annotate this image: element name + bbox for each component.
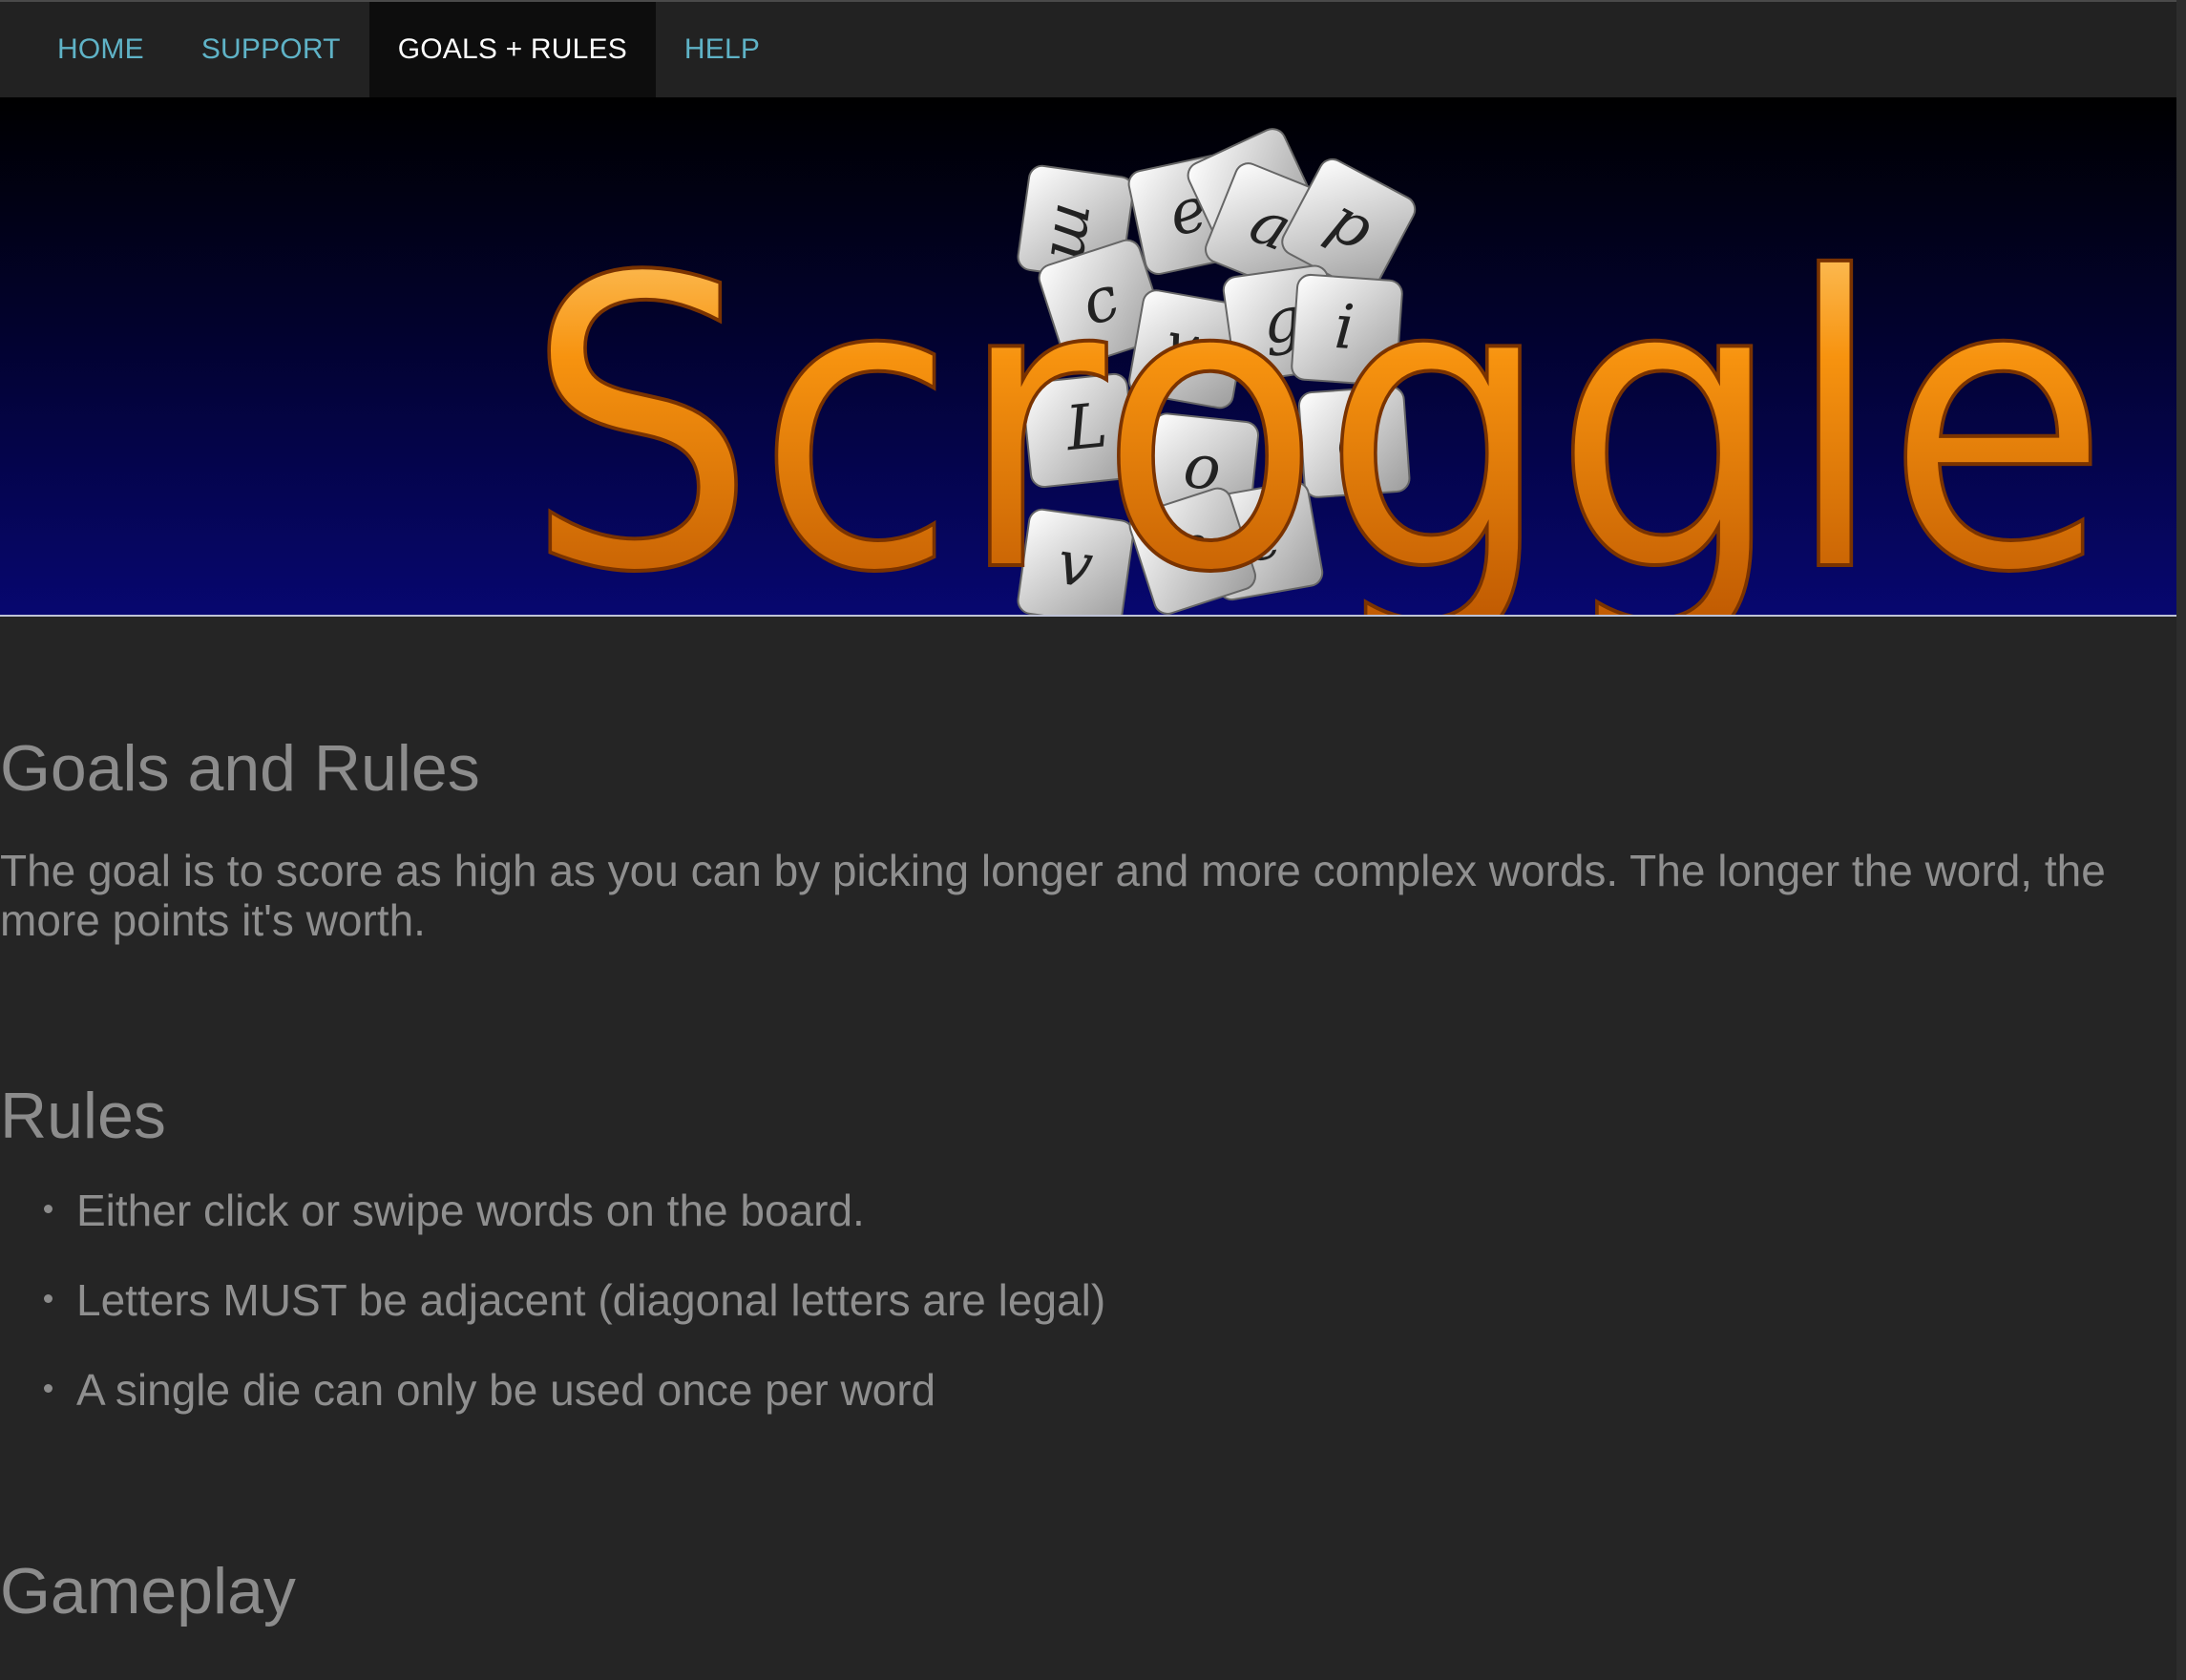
- list-item: A single die can only be used once per w…: [0, 1365, 1105, 1455]
- scroll-edge: [2176, 0, 2186, 1680]
- gameplay-heading: Gameplay: [0, 1555, 296, 1628]
- nav-support[interactable]: SUPPORT: [173, 2, 369, 97]
- scroggle-banner: m e s a p c w g i L o e e v e Scroggle: [0, 97, 2176, 617]
- top-nav: HOME SUPPORT GOALS + RULES HELP: [0, 2, 2176, 97]
- rule-text: Either click or swipe words on the board…: [76, 1186, 865, 1235]
- nav-home[interactable]: HOME: [29, 2, 173, 97]
- list-item: Either click or swipe words on the board…: [0, 1186, 1105, 1275]
- list-item: Letters MUST be adjacent (diagonal lette…: [0, 1275, 1105, 1365]
- scroggle-logo: m e s a p c w g i L o e e v e Scroggle: [523, 128, 2112, 617]
- rules-list: Either click or swipe words on the board…: [0, 1186, 1105, 1455]
- rules-heading: Rules: [0, 1080, 166, 1152]
- banner-divider: [0, 615, 2176, 617]
- rule-text: Letters MUST be adjacent (diagonal lette…: [76, 1275, 1106, 1325]
- page: HOME SUPPORT GOALS + RULES HELP m e a p …: [0, 0, 2186, 1680]
- nav-help[interactable]: HELP: [656, 2, 788, 97]
- nav-goals-rules[interactable]: GOALS + RULES: [368, 2, 656, 97]
- bullet-icon: [44, 1294, 53, 1303]
- bullet-icon: [44, 1384, 53, 1393]
- goals-paragraph: The goal is to score as high as you can …: [0, 846, 2106, 945]
- rule-text: A single die can only be used once per w…: [76, 1365, 936, 1415]
- bullet-icon: [44, 1205, 53, 1213]
- goals-heading: Goals and Rules: [0, 732, 480, 805]
- logo-text: Scroggle: [525, 194, 2110, 617]
